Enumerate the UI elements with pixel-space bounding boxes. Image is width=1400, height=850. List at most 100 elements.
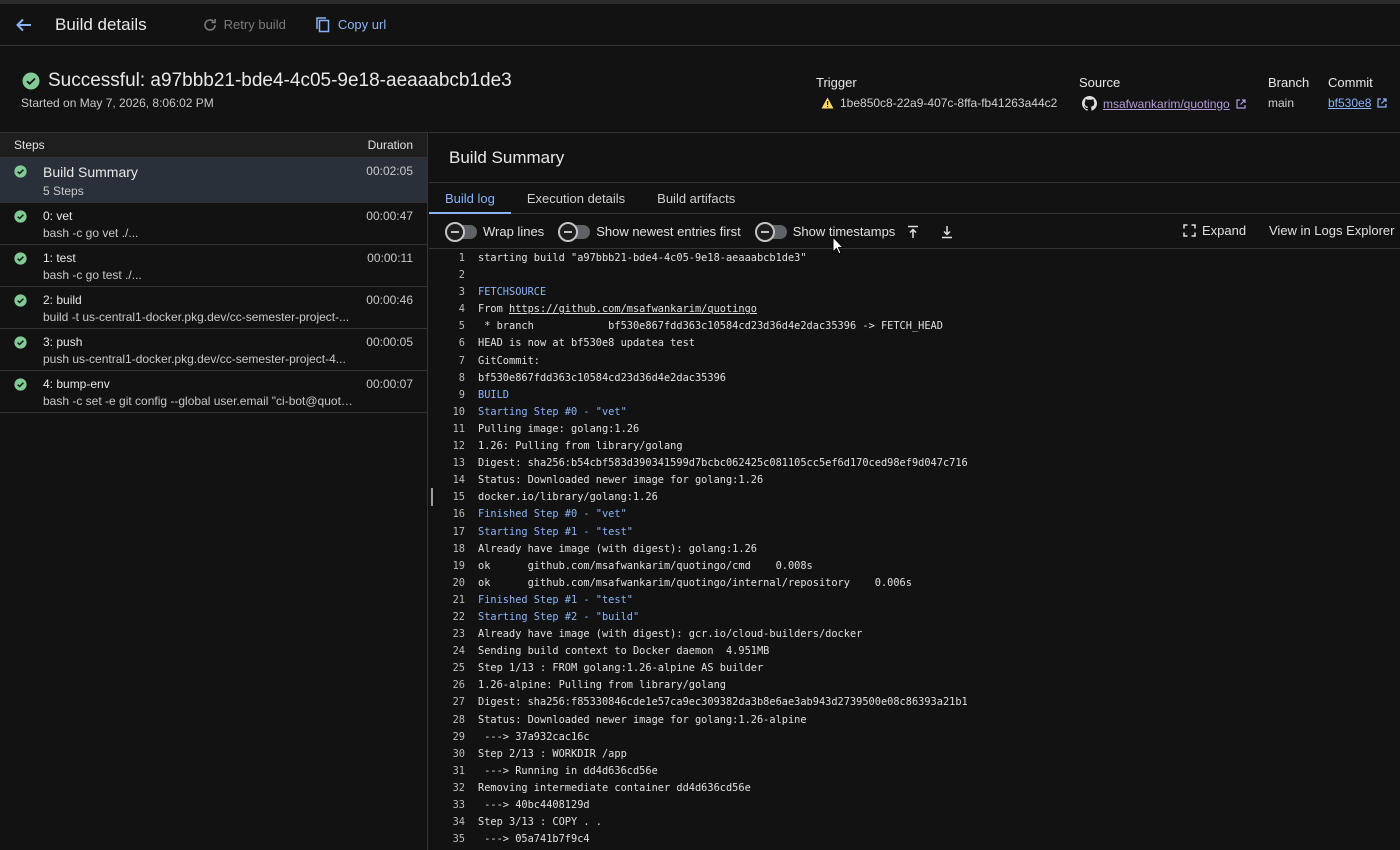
newest-first-toggle[interactable]: Show newest entries first [558, 221, 741, 242]
line-number: 20 [452, 576, 465, 589]
steps-panel: Steps Duration Build Summary 5 Steps 00:02… [0, 132, 428, 850]
copy-url-button[interactable]: Copy url [314, 16, 386, 34]
log-line: 5 * branch bf530e867fdd363c10584cd23d36d… [429, 318, 1400, 335]
tab-execution-details[interactable]: Execution details [511, 183, 641, 214]
log-line: 14 Status: Downloaded newer image for gol… [429, 472, 1400, 489]
log-line: 26 1.26-alpine: Pulling from library/gola… [429, 677, 1400, 694]
step-name: 3: push [43, 335, 83, 349]
line-number: 10 [452, 405, 465, 418]
log-line: 25 Step 1/13 : FROM golang:1.26-alpine AS… [429, 660, 1400, 677]
logs-explorer-label: View in Logs Explorer [1269, 223, 1395, 238]
line-number: 24 [452, 645, 465, 658]
line-number: 2 [458, 269, 465, 282]
success-check-icon [14, 336, 27, 354]
source-repo-link[interactable]: msafwankarim/quotingo [1103, 97, 1230, 111]
tab-bar: Build log Execution details Build artifa… [429, 182, 1400, 214]
step-command: bash -c go test ./... [43, 268, 142, 282]
source-label: Source [1079, 75, 1121, 90]
log-text: HEAD is now at bf530e8 updatea test [478, 337, 695, 350]
scroll-to-bottom-button[interactable] [937, 222, 957, 242]
step-command: push us-central1-docker.pkg.dev/cc-semes… [43, 352, 346, 366]
line-number: 6 [458, 337, 465, 350]
tab-build-artifacts[interactable]: Build artifacts [641, 183, 751, 214]
log-text: Already have image (with digest): golang… [478, 542, 757, 555]
log-line: 28 Status: Downloaded newer image for gol… [429, 712, 1400, 729]
log-text: Status: Downloaded newer image for golan… [478, 713, 807, 726]
step-row[interactable]: 4: bump-env bash -c set -e git config --g… [0, 371, 427, 413]
toggle-switch [754, 221, 787, 242]
step-duration: 00:00:07 [366, 377, 413, 391]
log-text: Removing intermediate container dd4d636c… [478, 781, 751, 794]
retry-build-button[interactable]: Retry build [202, 17, 286, 33]
step-row[interactable]: 0: vet bash -c go vet ./... 00:00:47 [0, 203, 427, 245]
log-line: 6 HEAD is now at bf530e8 updatea test [429, 335, 1400, 352]
branch-name: main [1268, 96, 1295, 110]
build-status-title: Successful: a97bbb21-bde4-4c05-9e18-aeaa… [48, 70, 512, 91]
step-name: Build Summary [43, 164, 138, 180]
fullscreen-icon [1183, 224, 1196, 237]
log-text: Step 2/13 : WORKDIR /app [478, 747, 627, 760]
log-text: Finished Step #0 - "vet" [478, 508, 627, 521]
commit-link[interactable]: bf530e8 [1328, 96, 1371, 110]
log-line: 31 ---> Running in dd4d636cd56e [429, 763, 1400, 780]
line-number: 30 [452, 747, 465, 760]
step-row[interactable]: 2: build build -t us-central1-docker.pkg.… [0, 287, 427, 329]
log-line: 19 ok github.com/msafwankarim/quotingo/cm… [429, 558, 1400, 575]
log-line: 24 Sending build context to Docker daemon… [429, 643, 1400, 660]
line-number: 28 [452, 713, 465, 726]
vertical-align-top-icon [908, 225, 919, 238]
log-line: 22 Starting Step #2 - "build" [429, 609, 1400, 626]
expand-button[interactable]: Expand [1183, 223, 1246, 238]
panel-resize-handle[interactable] [431, 488, 433, 506]
back-button[interactable] [12, 13, 36, 37]
arrow-left-icon [16, 18, 31, 31]
log-line: 34 Step 3/13 : COPY . . [429, 814, 1400, 831]
log-text: From https://github.com/msafwankarim/quo… [478, 303, 757, 316]
line-number: 19 [452, 559, 465, 572]
commit-label: Commit [1328, 75, 1373, 90]
step-duration: 00:00:11 [367, 251, 413, 265]
line-number: 11 [452, 422, 465, 435]
build-start-time: Started on May 7, 2026, 8:06:02 PM [21, 96, 214, 110]
log-line: 12 1.26: Pulling from library/golang [429, 438, 1400, 455]
log-line: 35 ---> 05a741b7f9c4 [429, 831, 1400, 848]
log-line: 27 Digest: sha256:f85330846cde1e57ca9ec30… [429, 694, 1400, 711]
line-number: 25 [452, 662, 465, 675]
step-row[interactable]: 1: test bash -c go test ./... 00:00:11 [0, 245, 427, 287]
log-line: 7 GitCommit: [429, 353, 1400, 370]
view-in-logs-explorer-button[interactable]: View in Logs Explorer [1269, 223, 1395, 238]
steps-column-header: Steps [14, 138, 45, 152]
log-link[interactable]: https://github.com/msafwankarim/quotingo [509, 303, 757, 315]
log-line: 18 Already have image (with digest): gola… [429, 541, 1400, 558]
status-row: Successful: a97bbb21-bde4-4c05-9e18-aeaa… [22, 70, 512, 92]
line-number: 31 [452, 764, 465, 777]
success-check-icon [14, 210, 27, 228]
step-command: 5 Steps [43, 184, 84, 198]
log-line: 21 Finished Step #1 - "test" [429, 592, 1400, 609]
log-toolbar: Wrap lines Show newest entries first Sho… [429, 215, 1400, 249]
log-text: Sending build context to Docker daemon 4… [478, 645, 770, 658]
line-number: 21 [452, 593, 465, 606]
panel-title: Build Summary [449, 148, 565, 167]
show-timestamps-toggle[interactable]: Show timestamps [754, 221, 895, 242]
tab-build-log[interactable]: Build log [429, 183, 511, 214]
copy-icon [316, 16, 330, 32]
step-row[interactable]: 3: push push us-central1-docker.pkg.dev/c… [0, 329, 427, 371]
log-line: 1 starting build "a97bbb21-bde4-4c05-9e18… [429, 250, 1400, 267]
log-text: Status: Downloaded newer image for golan… [478, 474, 764, 487]
log-line: 10 Starting Step #0 - "vet" [429, 404, 1400, 421]
step-command: bash -c set -e git config --global user.… [43, 394, 353, 408]
log-line: 33 ---> 40bc4408129d [429, 797, 1400, 814]
line-number: 8 [458, 371, 465, 384]
wrap-lines-toggle[interactable]: Wrap lines [445, 221, 544, 242]
scroll-to-top-button[interactable] [903, 222, 923, 242]
log-text: ---> 37a932cac16c [478, 730, 590, 743]
step-build-summary[interactable]: Build Summary 5 Steps 00:02:05 [0, 158, 427, 203]
log-text: * branch bf530e867fdd363c10584cd23d36d4e… [478, 320, 943, 333]
branch-label: Branch [1268, 75, 1310, 90]
log-text: Step 3/13 : COPY . . [478, 816, 602, 829]
branch-meta: Branch main [1268, 75, 1310, 110]
log-text: Starting Step #0 - "vet" [478, 405, 627, 418]
step-name: 1: test [43, 251, 76, 265]
log-line: 29 ---> 37a932cac16c [429, 729, 1400, 746]
